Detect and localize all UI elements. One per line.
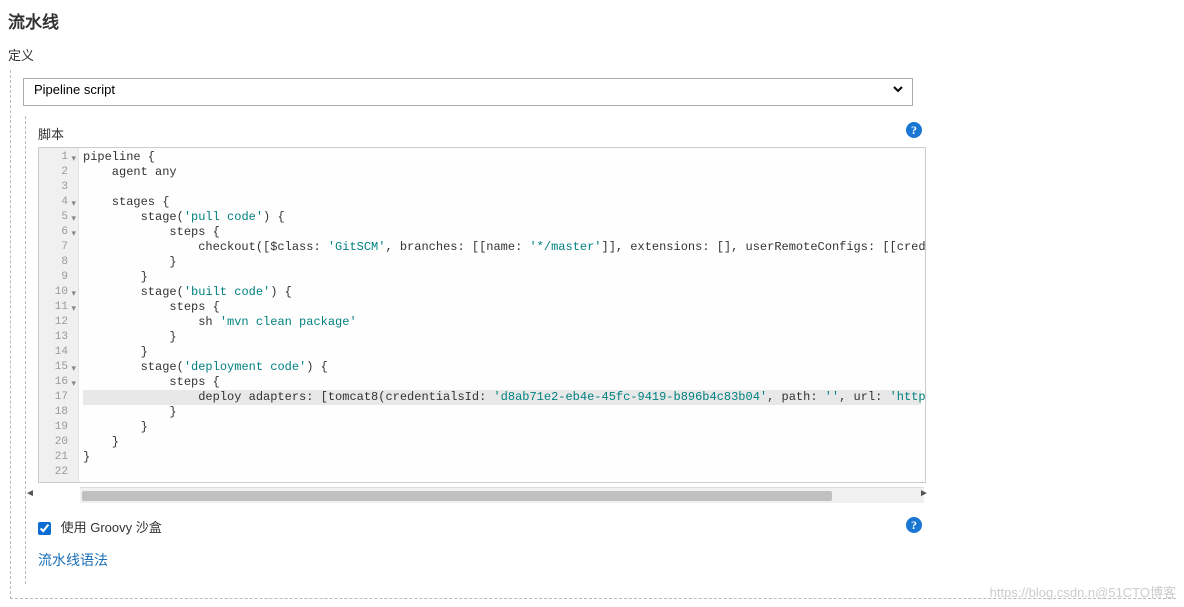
code-line[interactable]: steps {: [83, 375, 921, 390]
fold-toggle-icon[interactable]: ▾: [71, 287, 76, 302]
definition-label: 定义: [8, 45, 1176, 64]
code-line[interactable]: stage('built code') {: [83, 285, 921, 300]
gutter-line: 6▾: [43, 225, 68, 240]
code-line[interactable]: sh 'mvn clean package': [83, 315, 921, 330]
code-line[interactable]: }: [83, 330, 921, 345]
scroll-left-arrow[interactable]: ◄: [24, 488, 36, 500]
gutter-line: 5▾: [43, 210, 68, 225]
code-line[interactable]: }: [83, 420, 921, 435]
code-line[interactable]: stage('deployment code') {: [83, 360, 921, 375]
definition-select-input[interactable]: Pipeline script: [30, 81, 906, 98]
gutter-line: 4▾: [43, 195, 68, 210]
gutter-line: 17: [43, 390, 68, 405]
code-line[interactable]: }: [83, 255, 921, 270]
gutter-line: 22: [43, 465, 68, 480]
fold-toggle-icon[interactable]: ▾: [71, 377, 76, 392]
gutter-line: 14: [43, 345, 68, 360]
help-icon[interactable]: ?: [906, 517, 922, 533]
horizontal-scrollbar[interactable]: [80, 487, 924, 503]
code-line[interactable]: }: [83, 450, 921, 465]
fold-toggle-icon[interactable]: ▾: [71, 152, 76, 167]
gutter-line: 1▾: [43, 150, 68, 165]
fold-toggle-icon[interactable]: ▾: [71, 302, 76, 317]
section-title: 流水线: [8, 4, 1176, 33]
pipeline-syntax-link[interactable]: 流水线语法: [38, 550, 1176, 570]
code-line[interactable]: }: [83, 345, 921, 360]
gutter-line: 10▾: [43, 285, 68, 300]
gutter-line: 13: [43, 330, 68, 345]
fold-toggle-icon[interactable]: ▾: [71, 362, 76, 377]
pipeline-config-block: Pipeline script 脚本 ? 1▾234▾5▾6▾78910▾11▾…: [10, 70, 1176, 599]
gutter-line: 3: [43, 180, 68, 195]
sandbox-checkbox[interactable]: [38, 522, 51, 535]
help-icon[interactable]: ?: [906, 122, 922, 138]
code-line[interactable]: steps {: [83, 300, 921, 315]
gutter-line: 7: [43, 240, 68, 255]
code-line[interactable]: stage('pull code') {: [83, 210, 921, 225]
code-line[interactable]: deploy adapters: [tomcat8(credentialsId:…: [83, 390, 921, 405]
scroll-right-arrow[interactable]: ►: [918, 488, 930, 500]
code-line[interactable]: [83, 180, 921, 195]
scrollbar-thumb[interactable]: [82, 491, 832, 501]
gutter-line: 12: [43, 315, 68, 330]
code-line[interactable]: }: [83, 270, 921, 285]
script-block: 脚本 ? 1▾234▾5▾6▾78910▾11▾12131415▾16▾1718…: [38, 124, 928, 503]
editor-gutter: 1▾234▾5▾6▾78910▾11▾12131415▾16▾171819202…: [39, 148, 79, 482]
definition-select[interactable]: Pipeline script: [23, 78, 913, 106]
code-line[interactable]: }: [83, 435, 921, 450]
editor-code-area[interactable]: pipeline { agent any stages { stage('pul…: [79, 148, 925, 482]
fold-toggle-icon[interactable]: ▾: [71, 227, 76, 242]
gutter-line: 11▾: [43, 300, 68, 315]
gutter-line: 8: [43, 255, 68, 270]
sandbox-row: 使用 Groovy 沙盒 ?: [38, 517, 928, 536]
gutter-line: 21: [43, 450, 68, 465]
code-line[interactable]: [83, 465, 921, 480]
gutter-line: 15▾: [43, 360, 68, 375]
code-editor[interactable]: 1▾234▾5▾6▾78910▾11▾12131415▾16▾171819202…: [38, 147, 926, 483]
gutter-line: 20: [43, 435, 68, 450]
code-line[interactable]: }: [83, 405, 921, 420]
sandbox-label: 使用 Groovy 沙盒: [61, 520, 162, 535]
code-line[interactable]: agent any: [83, 165, 921, 180]
code-line[interactable]: checkout([$class: 'GitSCM', branches: [[…: [83, 240, 921, 255]
gutter-line: 19: [43, 420, 68, 435]
code-line[interactable]: stages {: [83, 195, 921, 210]
gutter-line: 16▾: [43, 375, 68, 390]
gutter-line: 2: [43, 165, 68, 180]
gutter-line: 18: [43, 405, 68, 420]
script-label: 脚本: [38, 124, 64, 143]
code-line[interactable]: steps {: [83, 225, 921, 240]
code-line[interactable]: pipeline {: [83, 150, 921, 165]
fold-toggle-icon[interactable]: ▾: [71, 197, 76, 212]
gutter-line: 9: [43, 270, 68, 285]
fold-toggle-icon[interactable]: ▾: [71, 212, 76, 227]
